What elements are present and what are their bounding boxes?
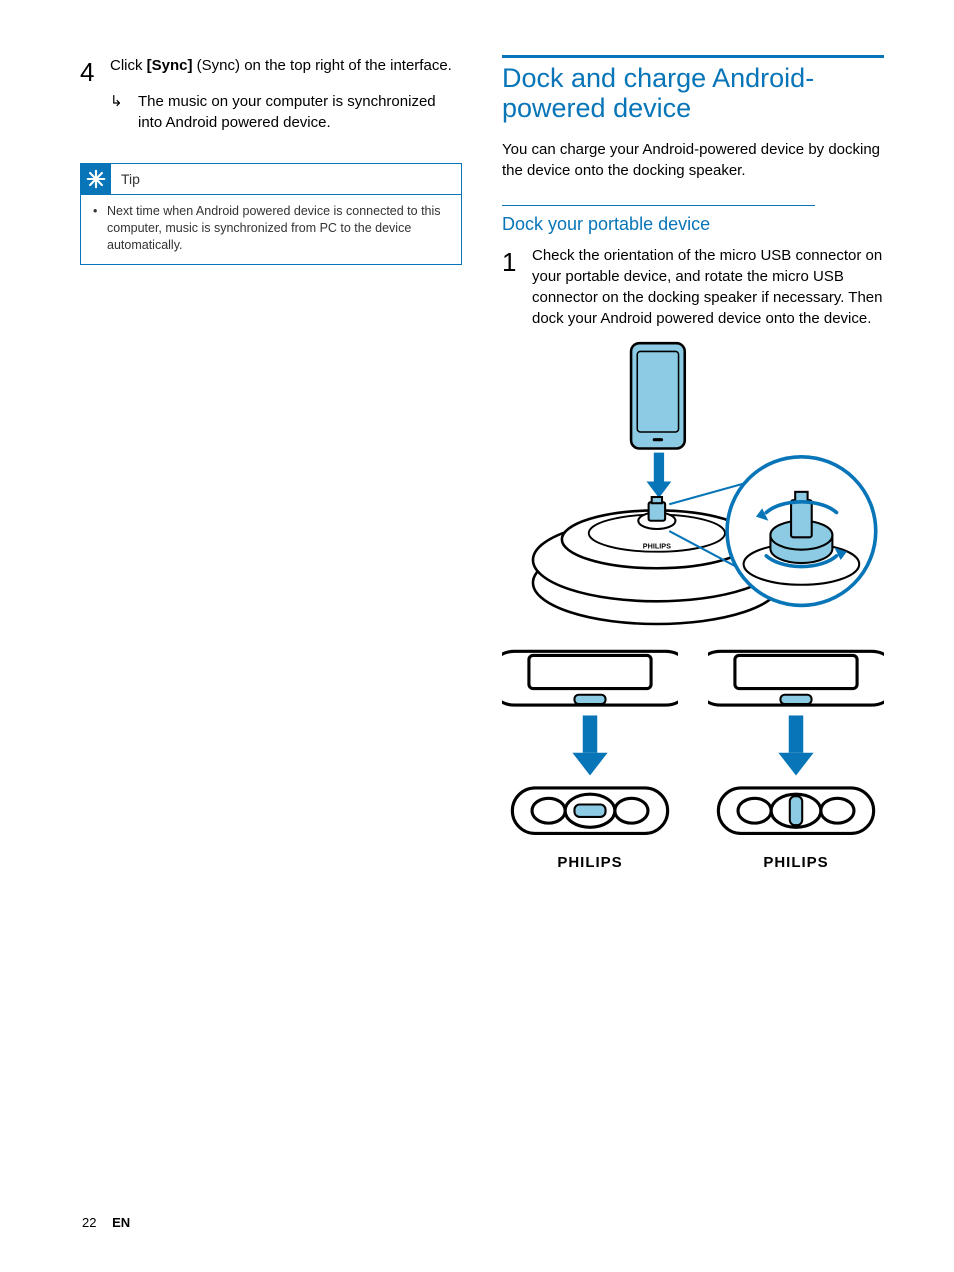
page-number: 22: [82, 1215, 96, 1230]
left-column: 4 Click [Sync] (Sync) on the top right o…: [80, 55, 462, 871]
heading-rule: [502, 55, 884, 58]
page-footer: 22 EN: [82, 1215, 130, 1230]
step-result: ↳ The music on your computer is synchron…: [80, 91, 462, 133]
step-text: Click [Sync] (Sync) on the top right of …: [110, 55, 462, 85]
result-arrow-icon: ↳: [110, 91, 138, 133]
brand-label-left: PHILIPS: [502, 854, 678, 871]
orientation-left-icon: [502, 643, 678, 850]
tip-asterisk-icon: [81, 164, 111, 194]
tip-text: Next time when Android powered device is…: [93, 203, 449, 254]
svg-text:PHILIPS: PHILIPS: [643, 542, 671, 551]
orientation-right-icon: [708, 643, 884, 850]
step-1: 1 Check the orientation of the micro USB…: [502, 245, 884, 329]
docking-illustration: PHILIPS: [502, 337, 884, 636]
section-intro: You can charge your Android-powered devi…: [502, 139, 884, 181]
page-language: EN: [112, 1215, 130, 1230]
dock-figure-icon: PHILIPS: [502, 337, 884, 636]
bullet-icon: •: [93, 203, 97, 220]
right-column: Dock and charge Android-powered device Y…: [502, 55, 884, 871]
orientation-figures: PHILIPS: [502, 643, 884, 871]
brand-label-right: PHILIPS: [708, 854, 884, 871]
orientation-left: PHILIPS: [502, 643, 678, 871]
section-heading: Dock and charge Android-powered device: [502, 64, 884, 123]
step-number: 4: [80, 59, 110, 85]
section-subheading: Dock your portable device: [502, 214, 884, 235]
step-4: 4 Click [Sync] (Sync) on the top right o…: [80, 55, 462, 85]
step-number: 1: [502, 249, 532, 329]
result-text: The music on your computer is synchroniz…: [138, 91, 462, 133]
tip-header: Tip: [81, 164, 461, 195]
tip-box: Tip • Next time when Android powered dev…: [80, 163, 462, 265]
orientation-right: PHILIPS: [708, 643, 884, 871]
tip-body: • Next time when Android powered device …: [81, 195, 461, 264]
subheading-rule: [502, 205, 815, 206]
step-text: Check the orientation of the micro USB c…: [532, 245, 884, 329]
tip-label: Tip: [111, 171, 140, 187]
